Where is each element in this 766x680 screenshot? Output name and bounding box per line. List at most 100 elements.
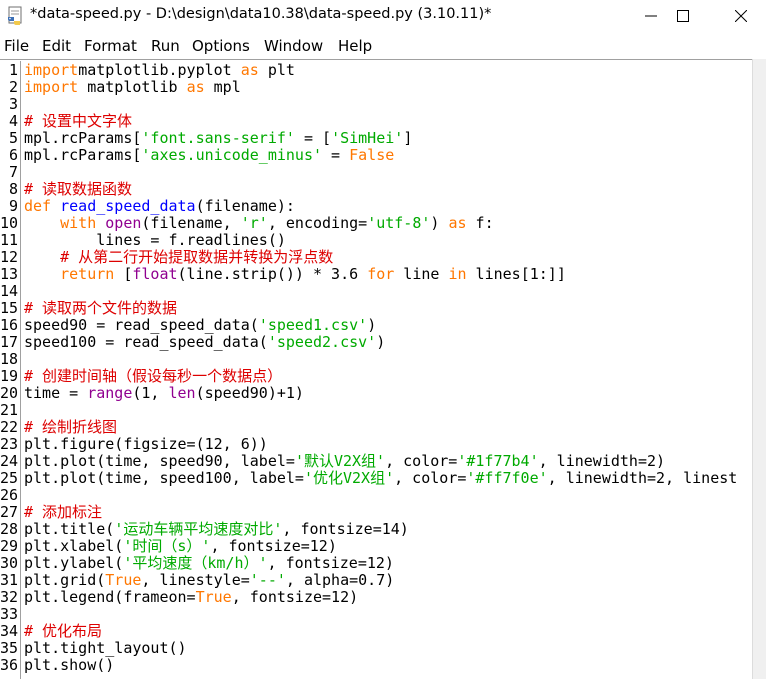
code-token: # 优化布局 xyxy=(24,622,103,640)
line-number: 5 xyxy=(8,129,18,147)
code-token: plt.ylabel( xyxy=(24,554,124,572)
menu-run[interactable]: Run xyxy=(151,37,180,55)
line-number: 15 xyxy=(0,299,19,317)
code-line[interactable]: # 创建时间轴（假设每秒一个数据点） xyxy=(24,368,282,385)
code-line[interactable]: plt.show() xyxy=(24,657,114,674)
line-number: 4 xyxy=(8,112,18,130)
line-number: 34 xyxy=(0,622,19,640)
line-number: 24 xyxy=(0,452,19,470)
line-number: 2 xyxy=(8,78,18,96)
code-line[interactable]: mpl.rcParams['axes.unicode_minus' = Fals… xyxy=(24,147,394,164)
minimize-icon xyxy=(645,15,657,17)
maximize-button[interactable] xyxy=(660,0,706,33)
code-line[interactable]: # 设置中文字体 xyxy=(24,113,132,130)
code-line[interactable]: def read_speed_data(filename): xyxy=(24,198,295,215)
line-number: 36 xyxy=(0,656,19,674)
line-number: 30 xyxy=(0,554,19,572)
code-token: '默认V2X组' xyxy=(294,452,386,470)
code-token: , fontsize=12) xyxy=(210,537,337,555)
code-token: plt xyxy=(258,61,295,79)
menu-window[interactable]: Window xyxy=(264,37,323,55)
line-number: 22 xyxy=(0,418,19,436)
code-token: , fontsize=12) xyxy=(231,588,359,606)
code-token: lines = f.readlines() xyxy=(24,231,286,249)
code-line[interactable]: speed100 = read_speed_data('speed2.csv') xyxy=(24,334,385,351)
menu-edit[interactable]: Edit xyxy=(42,37,71,55)
code-line[interactable]: time = range(1, len(speed90)+1) xyxy=(24,385,304,402)
code-token: , fontsize=14) xyxy=(282,520,409,538)
code-token: plt.show() xyxy=(24,656,115,674)
code-line[interactable]: plt.tight_layout() xyxy=(24,640,187,657)
code-line[interactable]: plt.ylabel('平均速度（km/h）', fontsize=12) xyxy=(24,555,394,572)
code-token: , color= xyxy=(394,469,467,487)
code-token: # 添加标注 xyxy=(24,503,103,521)
code-line[interactable]: plt.title('运动车辆平均速度对比', fontsize=14) xyxy=(24,521,409,538)
code-token: plt.xlabel( xyxy=(24,537,124,555)
code-token: len xyxy=(168,384,196,402)
code-line[interactable]: # 优化布局 xyxy=(24,623,102,640)
code-token: for xyxy=(367,265,395,283)
menu-help[interactable]: Help xyxy=(338,37,372,55)
line-number: 11 xyxy=(0,231,19,249)
code-line[interactable]: # 读取数据函数 xyxy=(24,181,132,198)
code-token: read_speed_data xyxy=(60,197,196,215)
vertical-scrollbar[interactable] xyxy=(752,59,766,679)
code-line[interactable]: # 读取两个文件的数据 xyxy=(24,300,177,317)
code-token: as xyxy=(186,78,205,96)
menu-options[interactable]: Options xyxy=(192,37,250,55)
maximize-icon xyxy=(677,10,689,22)
code-line[interactable]: speed90 = read_speed_data('speed1.csv') xyxy=(24,317,376,334)
code-token: plt.grid( xyxy=(24,571,106,589)
line-number: 28 xyxy=(0,520,19,538)
line-number: 20 xyxy=(0,384,19,402)
code-token: '运动车辆平均速度对比' xyxy=(114,520,283,538)
code-line[interactable]: plt.plot(time, speed100, label='优化V2X组',… xyxy=(24,470,737,487)
title-bar[interactable]: *data-speed.py - D:\design\data10.38\dat… xyxy=(0,0,766,33)
code-token: = xyxy=(322,146,350,164)
code-token: (speed90)+1) xyxy=(195,384,304,402)
code-token: (filename): xyxy=(195,197,295,215)
code-token: ) xyxy=(376,333,386,351)
line-number: 26 xyxy=(0,486,19,504)
code-line[interactable]: return [float(line.strip()) * 3.6 for li… xyxy=(24,266,566,283)
code-token: speed100 = read_speed_data( xyxy=(24,333,268,351)
menu-format[interactable]: Format xyxy=(84,37,137,55)
code-token: as xyxy=(448,214,467,232)
code-line[interactable]: # 绘制折线图 xyxy=(24,419,117,436)
code-line[interactable]: lines = f.readlines() xyxy=(24,232,286,249)
code-token: open xyxy=(105,214,142,232)
code-line[interactable]: plt.plot(time, speed90, label='默认V2X组', … xyxy=(24,453,665,470)
line-number: 19 xyxy=(0,367,19,385)
code-line[interactable]: mpl.rcParams['font.sans-serif' = ['SimHe… xyxy=(24,130,412,147)
code-token: = [ xyxy=(294,129,332,147)
code-line[interactable]: plt.xlabel('时间（s）', fontsize=12) xyxy=(24,538,337,555)
close-button[interactable] xyxy=(718,0,764,33)
code-line[interactable]: plt.figure(figsize=(12, 6)) xyxy=(24,436,268,453)
code-line[interactable]: plt.grid(True, linestyle='--', alpha=0.7… xyxy=(24,572,394,589)
code-token: , linewidth=2) xyxy=(538,452,666,470)
code-line[interactable]: with open(filename, 'r', encoding='utf-8… xyxy=(24,215,494,232)
line-number: 27 xyxy=(0,503,19,521)
line-number: 8 xyxy=(8,180,18,198)
code-editor[interactable]: importmatplotlib.pyplot as plt import mat… xyxy=(21,61,752,679)
code-token: '#ff7f0e' xyxy=(466,469,548,487)
line-number: 29 xyxy=(0,537,19,555)
code-token: , color= xyxy=(385,452,458,470)
code-token: import xyxy=(24,61,79,79)
code-token: mpl.rcParams[ xyxy=(24,146,142,164)
code-line[interactable]: # 添加标注 xyxy=(24,504,102,521)
code-token: 'axes.unicode_minus' xyxy=(141,146,323,164)
code-line[interactable]: plt.legend(frameon=True, fontsize=12) xyxy=(24,589,358,606)
code-line[interactable]: importmatplotlib.pyplot as plt xyxy=(24,62,295,79)
code-line[interactable]: import matplotlib as mpl xyxy=(24,79,241,96)
code-token: (filename, xyxy=(141,214,241,232)
code-token: , linestyle= xyxy=(141,571,250,589)
code-line[interactable]: # 从第二行开始提取数据并转换为浮点数 xyxy=(24,249,333,266)
code-token: # 设置中文字体 xyxy=(24,112,133,130)
menu-file[interactable]: File xyxy=(4,37,29,55)
code-token: # 绘制折线图 xyxy=(24,418,118,436)
code-token: as xyxy=(240,61,259,79)
code-token: (line.strip()) * 3.6 xyxy=(177,265,368,283)
